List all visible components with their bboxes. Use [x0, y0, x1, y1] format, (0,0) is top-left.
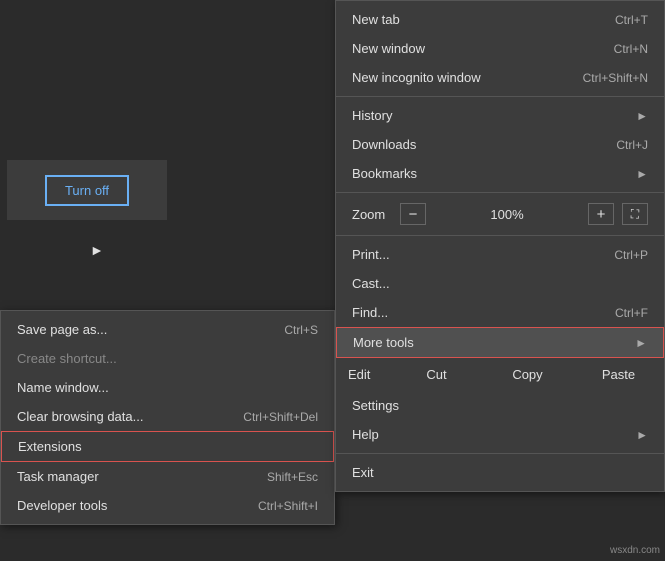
downloads-label: Downloads: [352, 137, 592, 152]
help-item[interactable]: Help ►: [336, 420, 664, 449]
bookmarks-label: Bookmarks: [352, 166, 636, 181]
fullscreen-icon: ⛶: [631, 207, 639, 222]
arrow-indicator: ►: [90, 242, 104, 258]
settings-label: Settings: [352, 398, 648, 413]
zoom-value: 100%: [434, 207, 580, 222]
find-item[interactable]: Find... Ctrl+F: [336, 298, 664, 327]
task-manager-shortcut: Shift+Esc: [267, 470, 318, 484]
more-tools-arrow-icon: ►: [635, 336, 647, 350]
new-incognito-shortcut: Ctrl+Shift+N: [583, 71, 648, 85]
extensions-item[interactable]: Extensions: [1, 431, 334, 462]
extensions-label: Extensions: [18, 439, 317, 454]
new-tab-shortcut: Ctrl+T: [615, 13, 648, 27]
print-item[interactable]: Print... Ctrl+P: [336, 240, 664, 269]
save-page-as-item[interactable]: Save page as... Ctrl+S: [1, 315, 334, 344]
separator-3: [336, 235, 664, 236]
print-label: Print...: [352, 247, 590, 262]
more-tools-label: More tools: [353, 335, 635, 350]
clear-browsing-data-label: Clear browsing data...: [17, 409, 219, 424]
new-window-item[interactable]: New window Ctrl+N: [336, 34, 664, 63]
separator-2: [336, 192, 664, 193]
turn-off-button[interactable]: Turn off: [45, 175, 129, 206]
history-item[interactable]: History ►: [336, 101, 664, 130]
cut-button[interactable]: Cut: [391, 363, 482, 386]
cast-label: Cast...: [352, 276, 648, 291]
save-page-as-label: Save page as...: [17, 322, 260, 337]
create-shortcut-item: Create shortcut...: [1, 344, 334, 373]
new-window-shortcut: Ctrl+N: [614, 42, 648, 56]
name-window-item[interactable]: Name window...: [1, 373, 334, 402]
separator-1: [336, 96, 664, 97]
exit-label: Exit: [352, 465, 648, 480]
developer-tools-item[interactable]: Developer tools Ctrl+Shift+I: [1, 491, 334, 520]
new-window-label: New window: [352, 41, 590, 56]
history-arrow-icon: ►: [636, 109, 648, 123]
edit-label: Edit: [336, 367, 391, 382]
new-incognito-label: New incognito window: [352, 70, 559, 85]
clear-browsing-data-item[interactable]: Clear browsing data... Ctrl+Shift+Del: [1, 402, 334, 431]
zoom-plus-button[interactable]: +: [588, 203, 614, 225]
create-shortcut-label: Create shortcut...: [17, 351, 294, 366]
find-shortcut: Ctrl+F: [615, 306, 648, 320]
new-tab-item[interactable]: New tab Ctrl+T: [336, 5, 664, 34]
edit-row: Edit Cut Copy Paste: [336, 358, 664, 391]
find-label: Find...: [352, 305, 591, 320]
name-window-label: Name window...: [17, 380, 318, 395]
zoom-row: Zoom − 100% + ⛶: [336, 197, 664, 231]
help-label: Help: [352, 427, 636, 442]
zoom-minus-button[interactable]: −: [400, 203, 426, 225]
copy-button[interactable]: Copy: [482, 363, 573, 386]
zoom-fullscreen-button[interactable]: ⛶: [622, 203, 648, 225]
new-tab-label: New tab: [352, 12, 591, 27]
developer-tools-label: Developer tools: [17, 498, 234, 513]
new-incognito-item[interactable]: New incognito window Ctrl+Shift+N: [336, 63, 664, 92]
bookmarks-item[interactable]: Bookmarks ►: [336, 159, 664, 188]
zoom-label: Zoom: [352, 207, 392, 222]
downloads-shortcut: Ctrl+J: [616, 138, 648, 152]
save-page-as-shortcut: Ctrl+S: [284, 323, 318, 337]
exit-item[interactable]: Exit: [336, 458, 664, 487]
cast-item[interactable]: Cast...: [336, 269, 664, 298]
watermark: wsxdn.com: [610, 545, 660, 556]
developer-tools-shortcut: Ctrl+Shift+I: [258, 499, 318, 513]
help-arrow-icon: ►: [636, 428, 648, 442]
history-label: History: [352, 108, 636, 123]
separator-4: [336, 453, 664, 454]
turn-off-section: Turn off: [7, 160, 167, 220]
bookmarks-arrow-icon: ►: [636, 167, 648, 181]
print-shortcut: Ctrl+P: [614, 248, 648, 262]
paste-button[interactable]: Paste: [573, 363, 664, 386]
more-tools-submenu: Save page as... Ctrl+S Create shortcut..…: [0, 310, 335, 525]
main-context-menu: New tab Ctrl+T New window Ctrl+N New inc…: [335, 0, 665, 492]
more-tools-item[interactable]: More tools ►: [336, 327, 664, 358]
task-manager-item[interactable]: Task manager Shift+Esc: [1, 462, 334, 491]
task-manager-label: Task manager: [17, 469, 243, 484]
settings-item[interactable]: Settings: [336, 391, 664, 420]
downloads-item[interactable]: Downloads Ctrl+J: [336, 130, 664, 159]
clear-browsing-data-shortcut: Ctrl+Shift+Del: [243, 410, 318, 424]
